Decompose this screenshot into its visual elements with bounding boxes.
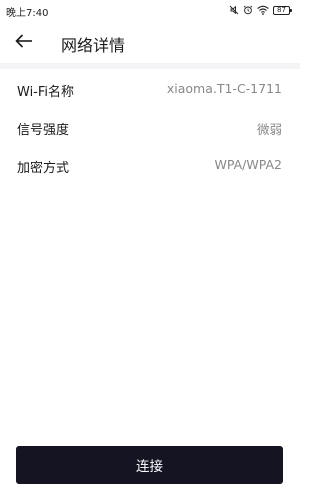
wifi-name-value: xiaoma.T1-C-1711 <box>166 81 282 96</box>
mute-icon <box>229 5 239 15</box>
page-title: 网络详情 <box>61 36 126 55</box>
wifi-icon <box>257 5 269 15</box>
status-time: 晚上7:40 <box>6 8 49 19</box>
signal-strength-label: 信号强度 <box>17 123 70 138</box>
status-icons: 87 <box>229 3 292 17</box>
detail-row-encryption: 加密方式 WPA/WPA2 <box>0 147 300 183</box>
connect-button[interactable]: 连接 <box>16 446 283 484</box>
network-details-screen: 晚上7:40 87 网络详情 Wi-Fi名称 xiaoma.T1-C-1711 … <box>0 0 300 500</box>
status-bar: 晚上7:40 87 <box>0 0 300 20</box>
encryption-value: WPA/WPA2 <box>214 157 282 172</box>
encryption-label: 加密方式 <box>17 161 70 176</box>
header: 网络详情 <box>0 24 300 60</box>
back-button[interactable] <box>10 28 38 56</box>
section-divider <box>0 63 300 69</box>
alarm-icon <box>243 5 253 15</box>
detail-row-signal-strength: 信号强度 微弱 <box>0 109 300 145</box>
arrow-left-icon <box>15 33 33 52</box>
battery-icon: 87 <box>273 5 292 15</box>
detail-row-wifi-name: Wi-Fi名称 xiaoma.T1-C-1711 <box>0 71 300 107</box>
wifi-name-label: Wi-Fi名称 <box>17 85 75 100</box>
signal-strength-value: 微弱 <box>256 122 282 137</box>
